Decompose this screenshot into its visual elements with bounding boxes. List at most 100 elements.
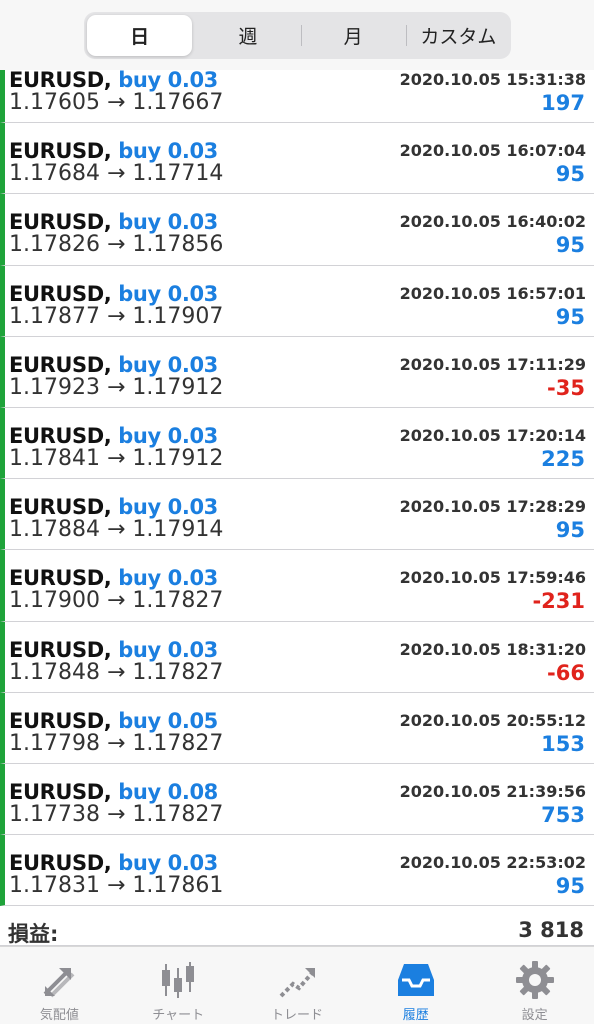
price-arrow: →: [106, 730, 126, 756]
trade-prices: 1.17848 → 1.17827: [9, 660, 223, 685]
trade-open-price: 1.17841: [9, 445, 100, 471]
trade-prices: 1.17923 → 1.17912: [9, 375, 223, 400]
trade-open-price: 1.17831: [9, 873, 100, 899]
trade-symbol-name: EURUSD,: [9, 566, 112, 591]
trade-symbol-name: EURUSD,: [9, 495, 112, 520]
chart-icon: [162, 962, 195, 998]
price-arrow: →: [106, 232, 126, 258]
trade-profit: 95: [555, 304, 585, 329]
tab-settings[interactable]: 設定: [475, 947, 594, 1024]
tab-trade[interactable]: トレード: [238, 947, 357, 1024]
trade-profit: 95: [555, 162, 585, 187]
tab-quotes-label: 気配値: [39, 1008, 79, 1023]
settings-icon: [515, 961, 554, 999]
trade-close-price: 1.17827: [132, 659, 224, 685]
trade-profit: 753: [541, 802, 585, 827]
trade-prices: 1.17738 → 1.17827: [9, 802, 223, 827]
price-arrow: →: [106, 517, 126, 543]
trade-profit: 197: [541, 91, 585, 115]
trade-time: 2020.10.05 20:55:12: [399, 710, 586, 730]
trade-profit: -66: [547, 660, 585, 685]
trade-side: buy 0.05: [118, 708, 218, 733]
tab-chart[interactable]: チャート: [119, 947, 238, 1024]
trade-side: buy 0.08: [118, 779, 218, 804]
tab-month[interactable]: 月: [300, 12, 406, 59]
tab-quotes[interactable]: 気配値: [0, 947, 119, 1024]
trade-symbol: EURUSD, buy 0.03: [9, 68, 218, 92]
trade-row[interactable]: EURUSD, buy 0.03 2020.10.05 17:59:46 1.179…: [0, 550, 594, 622]
period-segmented-control: 日 週 月 カスタム: [84, 12, 511, 59]
tab-chart-label: チャート: [152, 1008, 205, 1023]
trade-symbol: EURUSD, buy 0.08: [9, 780, 218, 804]
price-arrow: →: [106, 303, 126, 329]
trade-prices: 1.17684 → 1.17714: [9, 161, 223, 186]
trade-open-price: 1.17848: [9, 659, 100, 685]
trade-time: 2020.10.05 21:39:56: [399, 781, 586, 801]
history-icon: [397, 964, 434, 996]
trade-icon: [279, 968, 315, 998]
trade-side: buy 0.03: [118, 495, 218, 520]
trade-row[interactable]: EURUSD, buy 0.03 2020.10.05 18:31:20 1.178…: [0, 621, 594, 693]
tab-settings-label: 設定: [521, 1008, 548, 1023]
trade-symbol-name: EURUSD,: [9, 423, 112, 448]
trade-row[interactable]: EURUSD, buy 0.05 2020.10.05 20:55:12 1.177…: [0, 692, 594, 764]
trade-row[interactable]: EURUSD, buy 0.03 2020.10.05 17:28:29 1.178…: [0, 479, 594, 551]
trade-time: 2020.10.05 17:11:29: [399, 354, 586, 374]
tab-trade-label: トレード: [270, 1008, 323, 1023]
trade-close-price: 1.17714: [132, 161, 224, 187]
trade-open-price: 1.17923: [9, 374, 100, 400]
tab-custom[interactable]: カスタム: [405, 12, 511, 59]
trade-side: buy 0.03: [118, 68, 218, 92]
trade-row[interactable]: EURUSD, buy 0.08 2020.10.05 21:39:56 1.177…: [0, 763, 594, 836]
trade-open-price: 1.17798: [9, 730, 100, 756]
trade-open-price: 1.17900: [9, 588, 100, 614]
trade-time: 2020.10.05 22:53:02: [399, 853, 586, 873]
trade-close-price: 1.17827: [132, 588, 224, 614]
trade-row[interactable]: EURUSD, buy 0.03 2020.10.05 22:53:02 1.178…: [0, 835, 594, 907]
trade-open-price: 1.17884: [9, 517, 100, 543]
trade-row[interactable]: EURUSD, buy 0.03 2020.10.05 17:11:29 1.179…: [0, 336, 594, 408]
trade-prices: 1.17884 → 1.17914: [9, 517, 223, 542]
trade-close-price: 1.17856: [132, 232, 224, 258]
trade-open-price: 1.17877: [9, 303, 100, 329]
trade-time: 2020.10.05 16:40:02: [399, 212, 586, 232]
trade-profit: 225: [541, 446, 585, 471]
trade-prices: 1.17831 → 1.17861: [9, 873, 223, 898]
trade-symbol-name: EURUSD,: [9, 779, 112, 804]
tab-week[interactable]: 週: [195, 12, 300, 59]
price-arrow: →: [106, 161, 126, 187]
trade-symbol: EURUSD, buy 0.03: [9, 353, 218, 377]
trade-profit: -231: [532, 589, 585, 614]
trade-open-price: 1.17738: [9, 801, 100, 827]
trade-time: 2020.10.05 17:28:29: [399, 497, 586, 517]
trade-close-price: 1.17912: [132, 374, 224, 400]
trade-symbol-name: EURUSD,: [9, 139, 112, 164]
trade-side: buy 0.03: [118, 566, 218, 591]
trade-close-price: 1.17907: [132, 303, 224, 329]
trade-time: 2020.10.05 18:31:20: [399, 639, 586, 659]
period-header: 日 週 月 カスタム: [0, 0, 594, 70]
trade-symbol-name: EURUSD,: [9, 637, 112, 662]
trade-symbol-name: EURUSD,: [9, 68, 112, 92]
trade-close-price: 1.17912: [132, 445, 224, 471]
bottom-tab-bar: 気配値 チャート トレード 履歴 設定: [0, 946, 594, 1024]
trade-symbol-name: EURUSD,: [9, 708, 112, 733]
price-arrow: →: [106, 801, 126, 827]
trade-prices: 1.17877 → 1.17907: [9, 304, 223, 329]
trade-row[interactable]: EURUSD, buy 0.03 2020.10.05 16:40:02 1.178…: [0, 194, 594, 266]
price-arrow: →: [106, 588, 126, 614]
price-arrow: →: [106, 873, 126, 899]
trade-symbol: EURUSD, buy 0.03: [9, 566, 218, 590]
tab-history[interactable]: 履歴: [356, 947, 475, 1024]
trade-open-price: 1.17684: [9, 161, 100, 187]
trade-side: buy 0.03: [118, 423, 218, 448]
trade-time: 2020.10.05 17:20:14: [399, 425, 586, 445]
tab-day[interactable]: 日: [87, 15, 193, 56]
trade-prices: 1.17605 → 1.17667: [9, 90, 223, 115]
trade-row[interactable]: EURUSD, buy 0.03 2020.10.05 16:07:04 1.176…: [0, 123, 594, 195]
trade-open-price: 1.17826: [9, 232, 100, 258]
trade-side: buy 0.03: [118, 851, 218, 876]
trade-row[interactable]: EURUSD, buy 0.03 2020.10.05 17:20:14 1.178…: [0, 407, 594, 480]
trade-side: buy 0.03: [118, 210, 218, 235]
trade-row[interactable]: EURUSD, buy 0.03 2020.10.05 16:57:01 1.178…: [0, 265, 594, 337]
